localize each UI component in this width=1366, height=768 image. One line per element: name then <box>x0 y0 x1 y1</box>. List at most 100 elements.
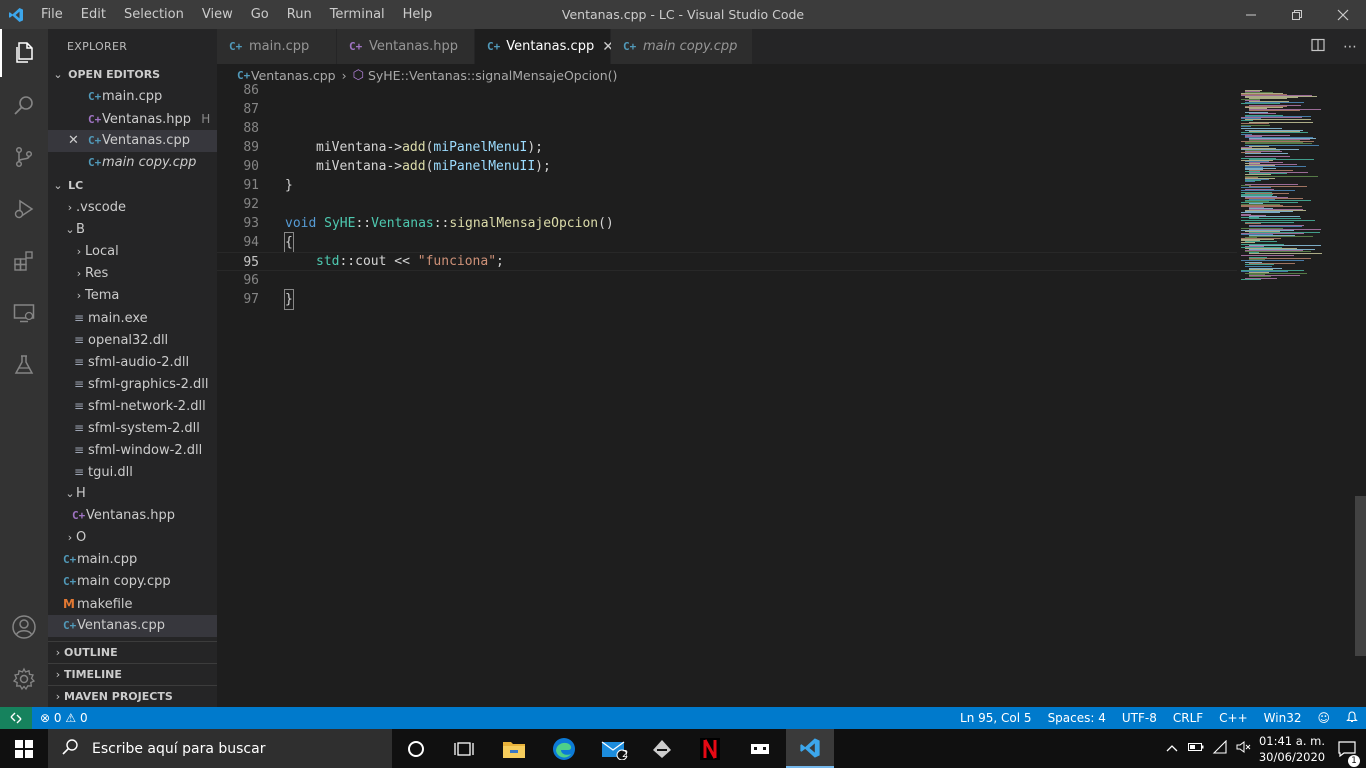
tree-folder[interactable]: › O <box>48 527 217 549</box>
search-icon[interactable] <box>0 81 48 129</box>
timeline-section[interactable]: › TIMELINE <box>48 663 217 685</box>
open-editor-item[interactable]: C+Ventanas.hpp H <box>48 108 217 130</box>
menu-view[interactable]: View <box>193 0 242 29</box>
remote-explorer-icon[interactable] <box>0 289 48 337</box>
extensions-icon[interactable] <box>0 237 48 285</box>
minimap-line <box>1249 218 1301 219</box>
menu-terminal[interactable]: Terminal <box>321 0 394 29</box>
maven-projects-section[interactable]: › MAVEN PROJECTS <box>48 685 217 707</box>
menu-help[interactable]: Help <box>394 0 442 29</box>
tree-folder[interactable]: ⌄H <box>48 483 217 505</box>
open-editor-item[interactable]: C+main.cpp <box>48 86 217 108</box>
minimap-line <box>1241 120 1253 121</box>
manage-gear-icon[interactable] <box>0 655 48 703</box>
notification-badge: 1 <box>1348 754 1360 767</box>
minimap[interactable] <box>1237 86 1352 707</box>
split-editor-icon[interactable] <box>1302 38 1334 56</box>
netflix-icon[interactable] <box>686 729 734 768</box>
tree-file[interactable]: ≡ sfml-graphics-2.dll <box>48 373 217 395</box>
code-editor[interactable]: 86 87 88 miVentana->add(miPanelMenuI); 8… <box>217 83 1237 707</box>
tree-folder[interactable]: ⌄B <box>48 219 217 241</box>
tree-file[interactable]: C+Ventanas.hpp <box>48 505 217 527</box>
outline-section[interactable]: › OUTLINE <box>48 641 217 663</box>
file-explorer-icon[interactable] <box>490 729 538 768</box>
vscode-taskbar-icon[interactable] <box>786 729 834 768</box>
minimap-line <box>1241 220 1315 221</box>
tree-file[interactable]: ≡ sfml-window-2.dll <box>48 439 217 461</box>
minimap-line <box>1245 184 1298 185</box>
open-editor-item[interactable]: ✕ C+Ventanas.cpp <box>48 130 217 152</box>
close-window-button[interactable] <box>1320 0 1366 29</box>
minimap-line <box>1241 260 1304 261</box>
accounts-icon[interactable] <box>0 603 48 651</box>
editor-scrollbar[interactable] <box>1352 86 1366 707</box>
source-control-icon[interactable] <box>0 133 48 181</box>
tree-file[interactable]: ≡ openal32.dll <box>48 329 217 351</box>
feedback-icon[interactable]: ☺ <box>1309 711 1338 725</box>
run-debug-icon[interactable] <box>0 185 48 233</box>
tab-main-copy-cpp[interactable]: C+ main copy.cpp <box>611 29 753 64</box>
menu-edit[interactable]: Edit <box>72 0 115 29</box>
tree-file[interactable]: C+Ventanas.cpp <box>48 615 217 637</box>
tree-folder[interactable]: › Tema <box>48 285 217 307</box>
notifications-bell-icon[interactable] <box>1338 710 1366 726</box>
tab-main-cpp[interactable]: C+ main.cpp <box>217 29 337 64</box>
tree-file[interactable]: ≡ sfml-audio-2.dll <box>48 351 217 373</box>
remote-indicator-icon[interactable] <box>0 707 32 729</box>
tree-file[interactable]: ≡ sfml-network-2.dll <box>48 395 217 417</box>
tree-folder[interactable]: › .vscode <box>48 197 217 219</box>
tree-folder[interactable]: › Local <box>48 241 217 263</box>
cortana-icon[interactable] <box>392 729 440 768</box>
tab-ventanas-cpp[interactable]: C+ Ventanas.cpp ✕ <box>475 29 614 64</box>
tree-folder[interactable]: › Res <box>48 263 217 285</box>
windows-start-icon[interactable] <box>0 729 48 768</box>
testing-flask-icon[interactable] <box>0 341 48 389</box>
action-center-icon[interactable]: 1 <box>1328 740 1366 767</box>
end-of-line[interactable]: CRLF <box>1165 711 1211 725</box>
minimize-button[interactable] <box>1228 0 1274 29</box>
restore-button[interactable] <box>1274 0 1320 29</box>
menu-file[interactable]: File <box>32 0 72 29</box>
open-editor-item[interactable]: C+main copy.cpp <box>48 152 217 174</box>
app-icon[interactable] <box>638 729 686 768</box>
volume-muted-icon[interactable] <box>1232 740 1256 758</box>
tree-file[interactable]: ≡ sfml-system-2.dll <box>48 417 217 439</box>
game-app-icon[interactable] <box>736 729 784 768</box>
menu-selection[interactable]: Selection <box>115 0 193 29</box>
tree-file[interactable]: ≡ main.exe <box>48 307 217 329</box>
menu-run[interactable]: Run <box>278 0 321 29</box>
chevron-down-icon: ⌄ <box>53 68 63 81</box>
tree-file[interactable]: Mmakefile <box>48 593 217 615</box>
tree-file[interactable]: C+main.cpp <box>48 549 217 571</box>
cursor-position[interactable]: Ln 95, Col 5 <box>952 711 1040 725</box>
platform[interactable]: Win32 <box>1256 711 1310 725</box>
explorer-icon[interactable] <box>0 29 48 77</box>
tree-file[interactable]: C+main copy.cpp <box>48 571 217 593</box>
language-mode[interactable]: C++ <box>1211 711 1256 725</box>
file-label: sfml-audio-2.dll <box>88 355 190 370</box>
minimap-line <box>1241 123 1269 124</box>
scrollbar-thumb[interactable] <box>1355 496 1366 656</box>
workspace-section[interactable]: ⌄ LC <box>48 175 217 197</box>
system-clock[interactable]: 01:41 a. m. 30/06/2020 <box>1256 733 1328 765</box>
minimap-line <box>1249 226 1302 227</box>
encoding[interactable]: UTF-8 <box>1114 711 1165 725</box>
chevron-up-icon[interactable] <box>1160 741 1184 756</box>
problems-indicator[interactable]: ⊗ 0 ⚠ 0 <box>32 711 96 725</box>
menu-go[interactable]: Go <box>242 0 278 29</box>
indentation[interactable]: Spaces: 4 <box>1040 711 1114 725</box>
file-label: main copy.cpp <box>102 155 197 170</box>
edge-browser-icon[interactable] <box>540 729 588 768</box>
close-icon[interactable]: ✕ <box>68 130 88 152</box>
task-view-icon[interactable] <box>440 729 488 768</box>
wifi-icon[interactable] <box>1208 739 1232 758</box>
battery-icon[interactable] <box>1184 741 1208 756</box>
open-editors-section[interactable]: ⌄ OPEN EDITORS <box>48 64 217 86</box>
file-label: Ventanas.cpp <box>102 133 190 148</box>
taskbar-search-box[interactable]: Escribe aquí para buscar <box>48 729 392 768</box>
more-actions-icon[interactable]: ⋯ <box>1334 39 1366 55</box>
mail-icon[interactable]: 2 <box>590 729 638 768</box>
tree-file[interactable]: ≡ tgui.dll <box>48 461 217 483</box>
hpp-file-icon: C+ <box>88 113 102 126</box>
tab-ventanas-hpp[interactable]: C+ Ventanas.hpp <box>337 29 475 64</box>
